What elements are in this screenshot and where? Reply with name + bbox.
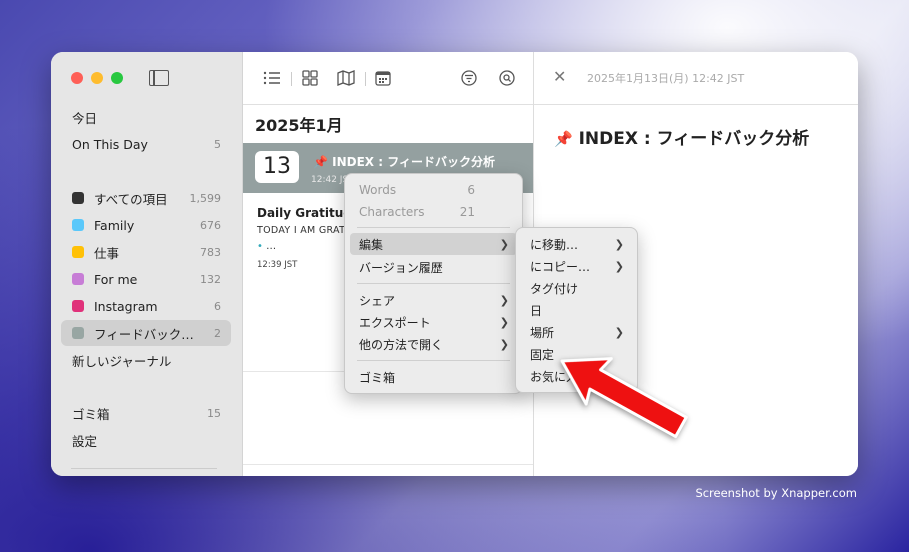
annotation-arrow-icon (560, 357, 688, 439)
watermark-credit: Screenshot by Xnapper.com (695, 486, 857, 500)
